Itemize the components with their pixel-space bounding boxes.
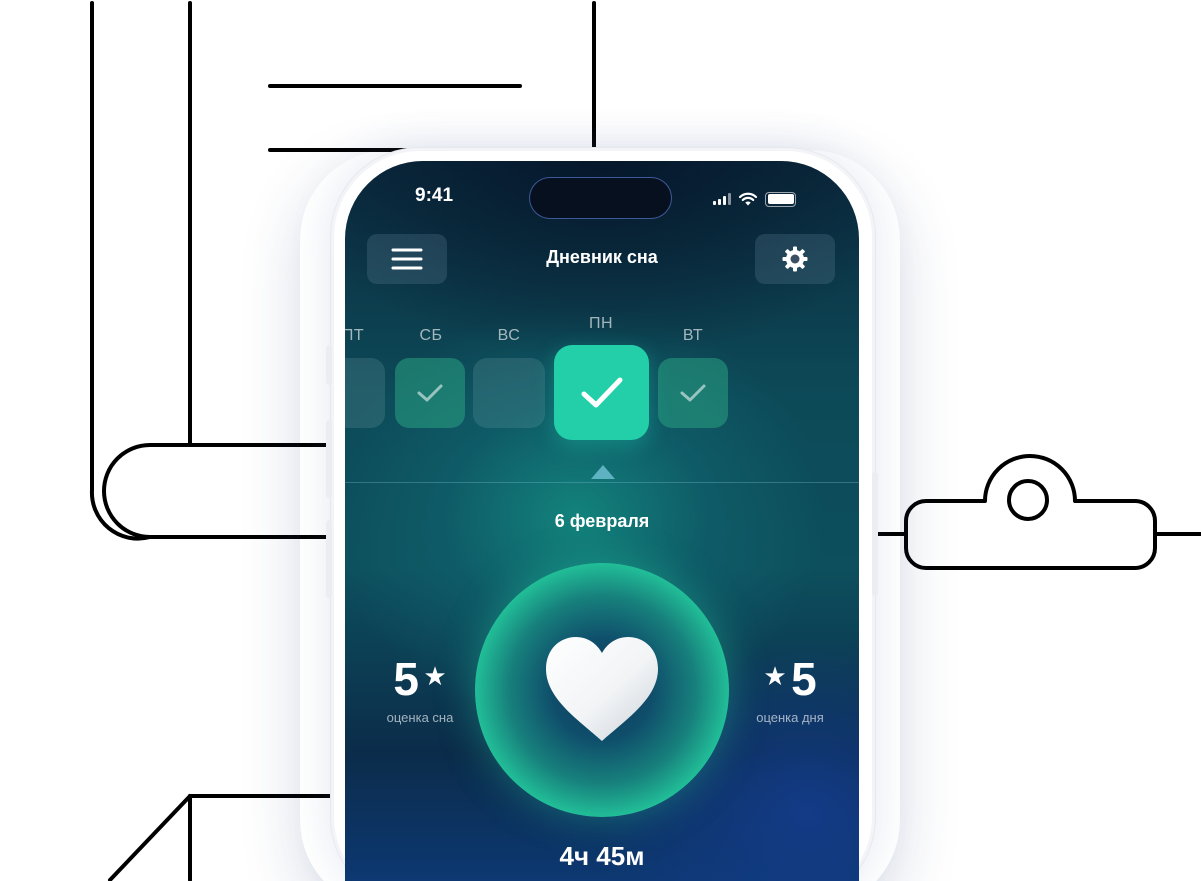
status-time: 9:41: [415, 185, 454, 206]
selected-date: 6 февраля: [554, 511, 650, 531]
signal-icon: [713, 193, 731, 205]
day-button-mon[interactable]: [554, 345, 649, 440]
stage: 9:41 Дневник сна ПТ СБ ВС ПН ВТ 6 феврал…: [0, 0, 1201, 881]
sleep-score-value-row: 5 ★: [365, 656, 475, 702]
star-icon: ★: [763, 661, 787, 691]
star-icon: ★: [423, 661, 447, 691]
page-title: Дневник сна: [546, 247, 658, 267]
sleep-duration: 4ч 45м: [559, 841, 645, 871]
phone-side-button: [872, 472, 878, 596]
sleep-score-caption: оценка сна: [386, 710, 454, 725]
check-icon: [680, 384, 706, 402]
menu-button[interactable]: [367, 234, 447, 284]
day-button-sun[interactable]: [473, 358, 545, 428]
check-icon: [417, 384, 443, 402]
day-button-fri[interactable]: [345, 358, 385, 428]
dynamic-island: [529, 177, 672, 219]
day-label: ПТ: [345, 327, 365, 344]
gear-icon: [782, 246, 808, 272]
wifi-icon: [738, 192, 758, 205]
battery-icon: [765, 191, 796, 207]
phone-side-button: [326, 420, 332, 498]
day-button-tue[interactable]: [658, 358, 728, 428]
day-score-value: 5: [791, 653, 817, 705]
divider: [345, 482, 859, 483]
day-button-sat[interactable]: [395, 358, 465, 428]
heart-icon: [546, 637, 658, 741]
settings-button[interactable]: [755, 234, 835, 284]
day-score-value-row: ★ 5: [735, 656, 845, 702]
day-score: ★ 5 оценка дня: [735, 656, 845, 725]
check-icon: [581, 377, 622, 407]
day-label: ПН: [588, 315, 614, 332]
day-label: ВС: [497, 327, 521, 344]
sleep-score-value: 5: [393, 653, 419, 705]
day-score-caption: оценка дня: [756, 710, 824, 725]
selected-day-pointer: [591, 465, 615, 479]
phone-side-button: [326, 345, 332, 385]
day-label: ВТ: [682, 327, 704, 344]
menu-icon: [391, 248, 423, 270]
day-label: СБ: [419, 327, 443, 344]
phone-side-button: [326, 520, 332, 598]
status-icons: [713, 191, 796, 207]
app-screen: 9:41 Дневник сна ПТ СБ ВС ПН ВТ 6 феврал…: [345, 161, 859, 881]
sleep-score: 5 ★ оценка сна: [365, 656, 475, 725]
